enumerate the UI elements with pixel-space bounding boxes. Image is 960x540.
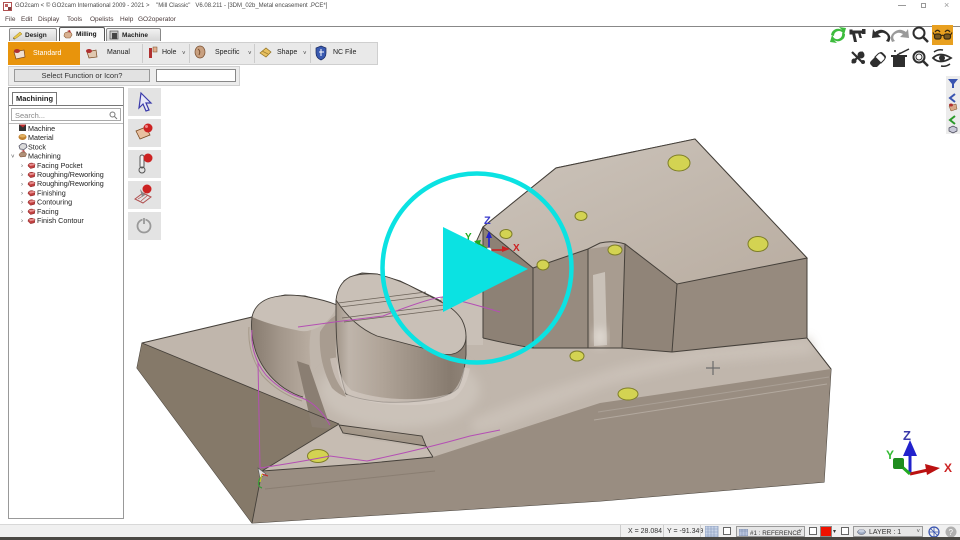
- svg-text:Machining: Machining: [28, 152, 61, 161]
- svg-text:Finishing: Finishing: [37, 188, 66, 197]
- svg-text:›: ›: [21, 163, 23, 169]
- svg-text:Roughing/Reworking: Roughing/Reworking: [37, 170, 104, 179]
- svg-text:Stock: Stock: [28, 142, 46, 151]
- svg-text:Z: Z: [903, 428, 911, 443]
- svg-text:›: ›: [21, 191, 23, 197]
- svg-text:›: ›: [21, 200, 23, 206]
- svg-text:Y: Y: [886, 448, 894, 462]
- svg-text:›: ›: [21, 209, 23, 215]
- svg-text:Facing: Facing: [37, 207, 59, 216]
- svg-text:›: ›: [21, 173, 23, 179]
- svg-text:Contouring: Contouring: [37, 198, 72, 207]
- svg-text:?: ?: [949, 528, 954, 537]
- svg-text:˅: ˅: [11, 155, 15, 161]
- svg-text:›: ›: [21, 182, 23, 188]
- svg-text:X: X: [944, 461, 952, 475]
- svg-text:Material: Material: [28, 133, 54, 142]
- svg-text:Roughing/Reworking: Roughing/Reworking: [37, 179, 104, 188]
- svg-text:X: X: [513, 243, 520, 254]
- svg-text:Finish Contour: Finish Contour: [37, 216, 84, 225]
- svg-text:Z: Z: [484, 215, 491, 227]
- svg-text:Facing Pocket: Facing Pocket: [37, 161, 83, 170]
- svg-text:Machine: Machine: [28, 124, 55, 133]
- svg-text:›: ›: [21, 219, 23, 225]
